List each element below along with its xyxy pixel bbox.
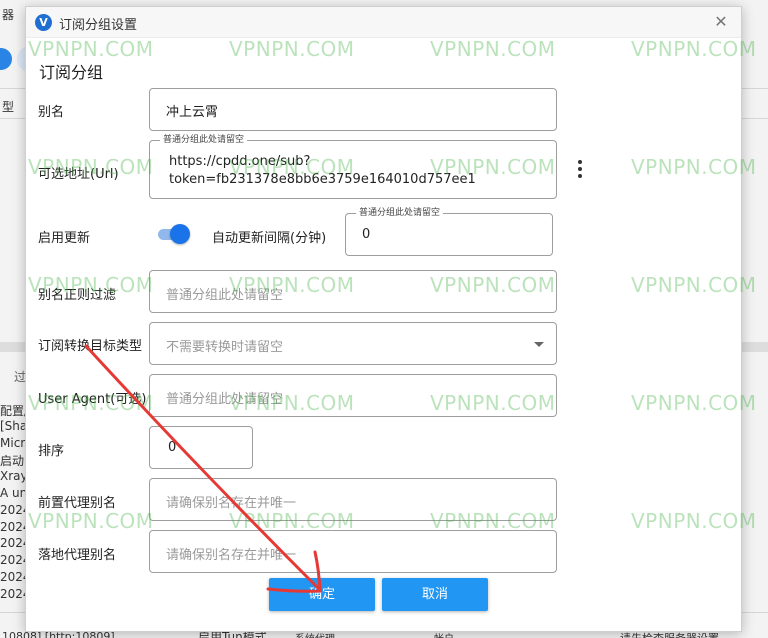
prev-proxy-label: 前置代理别名: [38, 496, 117, 511]
url-legend: 普通分组此处请留空: [160, 134, 248, 146]
bg-log-line: A un: [0, 486, 28, 500]
interval-value: 0: [362, 227, 371, 242]
dialog-titlebar[interactable]: V 订阅分组设置 ✕: [26, 7, 741, 38]
bg-log-line: [Sha: [0, 418, 28, 433]
url-value-line2: token=fb231378e8bb6e3759e164010d757ee1: [169, 172, 476, 187]
sort-value: 0: [168, 440, 177, 455]
bg-log-line: Micr: [0, 435, 26, 450]
landing-proxy-label: 落地代理别名: [38, 548, 117, 563]
dialog-title: 订阅分组设置: [59, 18, 138, 33]
enable-update-label: 启用更新: [38, 231, 91, 246]
user-agent-input[interactable]: 普通分组此处请留空: [149, 374, 557, 417]
prev-proxy-input[interactable]: 请确保别名存在并唯一: [149, 478, 557, 521]
app-logo-icon: V: [35, 14, 52, 31]
alias-input[interactable]: 冲上云霄: [149, 88, 557, 131]
landing-proxy-placeholder: 请确保别名存在并唯一: [166, 548, 297, 563]
more-vertical-icon[interactable]: [574, 158, 586, 184]
bg-log-line: 启动: [0, 454, 25, 469]
interval-legend: 普通分组此处请留空: [356, 207, 444, 219]
user-agent-label: User Agent(可选): [38, 392, 147, 407]
alias-label: 别名: [38, 105, 65, 120]
close-icon: ✕: [714, 12, 728, 31]
sort-label: 排序: [38, 444, 65, 459]
toggle-knob: [170, 224, 190, 244]
bg-log-line: 配置/: [0, 404, 29, 418]
bg-menu-text: 器: [2, 8, 15, 22]
section-heading: 订阅分组: [39, 63, 104, 82]
url-input[interactable]: 普通分组此处请留空 https://cpdd.one/sub? token=fb…: [149, 134, 557, 199]
alias-filter-input[interactable]: 普通分组此处请留空: [149, 270, 557, 313]
interval-label: 自动更新间隔(分钟): [212, 231, 327, 246]
url-value-line1: https://cpdd.one/sub?: [169, 154, 311, 169]
alias-filter-placeholder: 普通分组此处请留空: [166, 288, 284, 303]
bg-log-line: Xray: [0, 469, 28, 484]
url-label: 可选地址(Url): [38, 167, 119, 182]
close-button[interactable]: ✕: [709, 10, 733, 34]
sort-input[interactable]: 0: [149, 426, 253, 469]
convert-target-placeholder: 不需要转换时请留空: [166, 340, 284, 355]
convert-target-label: 订阅转换目标类型: [38, 339, 143, 354]
chevron-down-icon: [534, 342, 544, 347]
alias-filter-label: 别名正则过滤: [38, 288, 117, 303]
convert-target-select[interactable]: 不需要转换时请留空: [149, 322, 557, 365]
ok-button[interactable]: 确定: [269, 578, 375, 611]
user-agent-placeholder: 普通分组此处请留空: [166, 392, 284, 407]
subscription-group-dialog: V 订阅分组设置 ✕ 订阅分组 别名 冲上云霄 可选地址(Url) 普通分组此处…: [25, 6, 742, 632]
landing-proxy-input[interactable]: 请确保别名存在并唯一: [149, 530, 557, 573]
bg-column-header: 型: [2, 100, 15, 114]
bg-action-icon[interactable]: [0, 48, 12, 70]
alias-value: 冲上云霄: [166, 105, 219, 120]
cancel-button[interactable]: 取消: [382, 578, 488, 611]
enable-update-toggle[interactable]: [156, 224, 190, 244]
interval-input[interactable]: 普通分组此处请留空 0: [345, 207, 553, 256]
prev-proxy-placeholder: 请确保别名存在并唯一: [166, 496, 297, 511]
